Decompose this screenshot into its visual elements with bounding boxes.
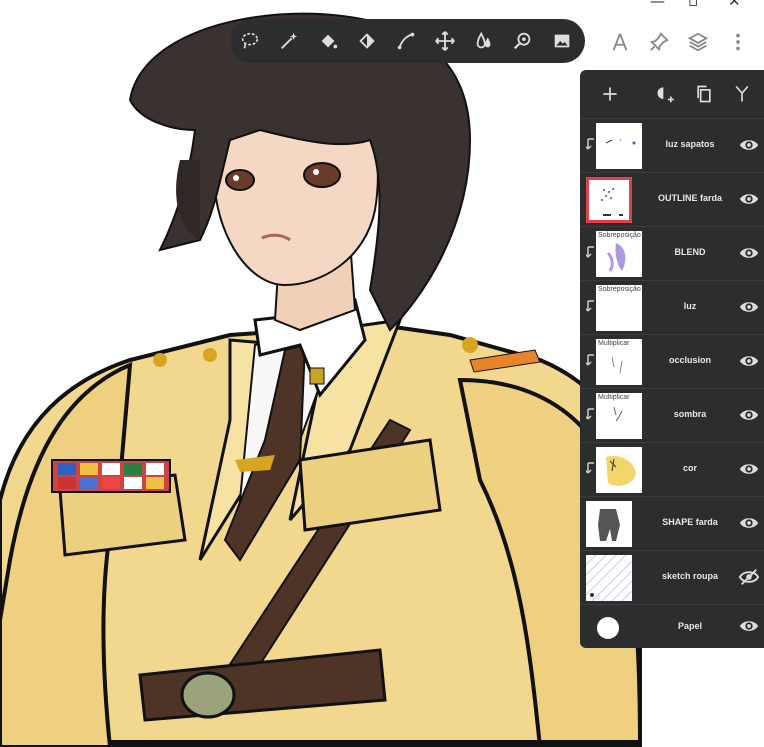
- layer-thumbnail: [586, 177, 632, 223]
- move-icon[interactable]: [431, 27, 459, 55]
- clip-arrow-icon: [586, 462, 594, 474]
- clip-arrow-icon: [586, 138, 594, 150]
- layer-thumbnail: [586, 501, 632, 547]
- layers-panel: luz sapatos OUTLINE farda Sobreposição B…: [580, 70, 764, 648]
- layer-row[interactable]: sketch roupa: [580, 550, 764, 605]
- add-effect-icon[interactable]: [651, 80, 679, 108]
- clip-arrow-icon: [586, 408, 594, 420]
- visibility-eye-icon[interactable]: [738, 404, 760, 426]
- paper-color-swatch[interactable]: [597, 617, 619, 639]
- layers-icon[interactable]: [684, 28, 712, 56]
- magic-wand-icon[interactable]: [275, 27, 303, 55]
- blend-mode-label: Multiplicar: [598, 340, 630, 347]
- layer-thumbnail: Multiplicar: [596, 339, 642, 385]
- liquify-icon[interactable]: [470, 27, 498, 55]
- layer-thumbnail: [596, 123, 642, 169]
- layer-thumbnail: Multiplicar: [596, 393, 642, 439]
- layer-name: OUTLINE farda: [657, 193, 722, 203]
- blend-mode-label: Sobreposição: [598, 286, 641, 293]
- layer-name: luz sapatos: [665, 139, 715, 149]
- lasso-icon[interactable]: [236, 27, 264, 55]
- more-icon[interactable]: [724, 28, 752, 56]
- visibility-eye-icon[interactable]: [738, 134, 760, 156]
- layer-name: sombra: [673, 409, 707, 419]
- layers-panel-header: [580, 70, 764, 118]
- layer-row[interactable]: SHAPE farda: [580, 496, 764, 551]
- clip-arrow-icon: [586, 246, 594, 258]
- layer-row[interactable]: luz sapatos: [580, 118, 764, 173]
- layer-row[interactable]: Multiplicar sombra: [580, 388, 764, 443]
- close-icon[interactable]: ✕: [728, 0, 741, 9]
- image-icon[interactable]: [548, 27, 576, 55]
- visibility-hidden-icon[interactable]: [738, 566, 760, 588]
- tool-bar: [230, 19, 585, 63]
- clip-arrow-icon: [586, 300, 594, 312]
- layer-row[interactable]: Multiplicar occlusion: [580, 334, 764, 389]
- blend-mode-label: Sobreposição: [598, 232, 641, 239]
- layer-name: occlusion: [668, 355, 711, 365]
- window-controls: — ▫ ✕: [624, 0, 764, 10]
- pen-path-icon[interactable]: [392, 27, 420, 55]
- layer-name: sketch roupa: [661, 571, 719, 581]
- layer-row[interactable]: cor: [580, 442, 764, 497]
- layer-row[interactable]: Sobreposição luz: [580, 280, 764, 335]
- restore-icon[interactable]: ▫: [688, 0, 698, 9]
- visibility-eye-icon[interactable]: [738, 458, 760, 480]
- visibility-eye-icon[interactable]: [738, 188, 760, 210]
- fill-icon[interactable]: [314, 27, 342, 55]
- zoom-lens-icon[interactable]: [509, 27, 537, 55]
- add-layer-icon[interactable]: [596, 80, 624, 108]
- layer-thumbnail: Sobreposição: [596, 231, 642, 277]
- layer-name: BLEND: [674, 247, 706, 257]
- ruler-icon[interactable]: [606, 28, 634, 56]
- visibility-eye-icon[interactable]: [738, 242, 760, 264]
- visibility-eye-icon[interactable]: [738, 350, 760, 372]
- visibility-eye-icon[interactable]: [738, 296, 760, 318]
- layer-row[interactable]: Papel: [580, 604, 764, 649]
- layer-name: Papel: [677, 621, 702, 631]
- visibility-eye-icon[interactable]: [738, 512, 760, 534]
- minimize-icon[interactable]: —: [650, 0, 665, 9]
- layer-thumbnail: [586, 555, 632, 601]
- clip-arrow-icon: [586, 354, 594, 366]
- layer-name: luz: [683, 301, 697, 311]
- duplicate-icon[interactable]: [690, 80, 718, 108]
- pin-icon[interactable]: [645, 28, 673, 56]
- layer-thumbnail: Sobreposição: [596, 285, 642, 331]
- blend-mode-label: Multiplicar: [598, 394, 630, 401]
- gradient-fill-icon[interactable]: [353, 27, 381, 55]
- layer-thumbnail: [596, 447, 642, 493]
- drawing-app: — ▫ ✕ luz sapatos OUTLINE farda Sobrepos…: [0, 0, 764, 747]
- visibility-eye-icon[interactable]: [738, 615, 760, 637]
- layer-row[interactable]: Sobreposição BLEND: [580, 226, 764, 281]
- layer-name: SHAPE farda: [662, 517, 718, 527]
- layer-name: cor: [682, 463, 697, 473]
- merge-icon[interactable]: [728, 80, 756, 108]
- layer-row-selected[interactable]: OUTLINE farda: [580, 172, 764, 227]
